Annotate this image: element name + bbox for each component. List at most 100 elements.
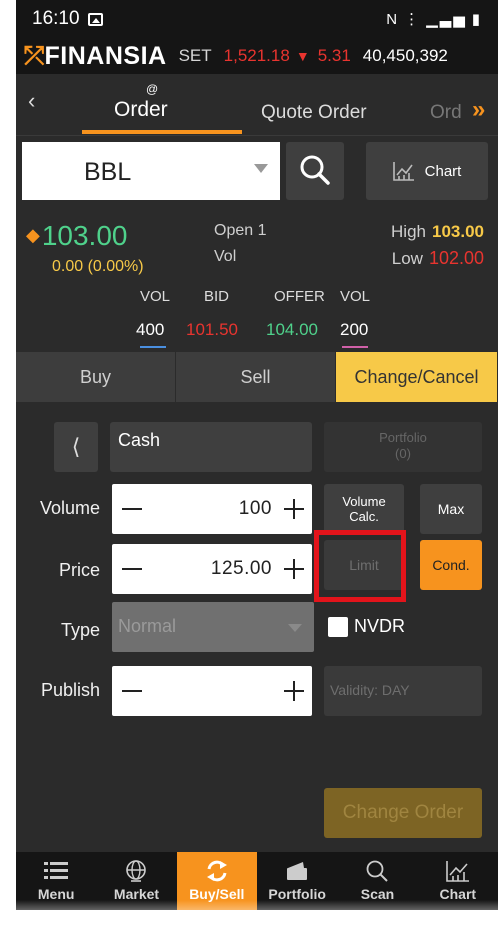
brand-f-mark: ⤱: [24, 41, 45, 70]
account-back-button[interactable]: ⟨: [54, 422, 98, 472]
max-label: Max: [437, 500, 465, 517]
plus-icon[interactable]: [284, 554, 304, 579]
bid-header: BID: [204, 288, 230, 305]
bottom-fade: [0, 900, 498, 930]
change-order-label: Change Order: [342, 802, 464, 823]
volume-stepper[interactable]: 100: [112, 484, 312, 534]
status-bar: 16:10 N ⋮ ▁▃▅ ▮: [16, 0, 498, 38]
order-badge-icon: @: [146, 82, 159, 96]
type-label: Type: [60, 620, 100, 640]
gallery-notification-icon: [87, 12, 103, 26]
highlight-frame: [314, 530, 406, 602]
account-select[interactable]: Cash: [110, 422, 312, 472]
swap-icon: [206, 860, 227, 882]
chart-button[interactable]: Chart: [366, 142, 488, 200]
portfolio-button[interactable]: Portfolio (0): [324, 422, 482, 472]
order-type-select[interactable]: Normal: [112, 602, 314, 652]
tab-change-cancel[interactable]: Change/Cancel: [336, 352, 498, 402]
condition-button[interactable]: Cond.: [420, 540, 482, 590]
signal-wifi-battery-icon: N ⋮ ▁▃▅ ▮: [386, 11, 482, 28]
price-label: Price: [58, 560, 100, 580]
search-icon: [300, 155, 330, 185]
volume-calc-button[interactable]: Volume Calc.: [324, 484, 404, 534]
index-ticker: ⤱ FINANSIA SET 1,521.18 ▼ 5.31 40,450,39…: [16, 38, 498, 74]
back-icon[interactable]: ‹: [28, 88, 35, 114]
order-form: ⟨ Cash Portfolio (0) Volume 100 Volume C…: [16, 402, 498, 850]
search-icon: [367, 860, 389, 882]
chart-button-label: Chart: [424, 162, 462, 180]
validity-select[interactable]: Validity: DAY: [324, 666, 482, 716]
active-tab-indicator: [82, 130, 242, 134]
nvdr-checkbox[interactable]: NVDR: [328, 616, 405, 637]
low-value: 102.00: [428, 248, 484, 268]
app-screen: 16:10 N ⋮ ▁▃▅ ▮ ⤱ FINANSIA SET 1,521.18 …: [16, 0, 498, 910]
tab-buy[interactable]: Buy: [16, 352, 176, 402]
plus-icon[interactable]: [284, 676, 304, 701]
globe-icon: [126, 860, 147, 882]
index-change: 5.31: [317, 46, 351, 65]
plus-icon[interactable]: [284, 494, 304, 519]
chevron-down-icon: [288, 624, 302, 632]
account-value: Cash: [118, 430, 161, 450]
validity-placeholder: Validity: DAY: [330, 682, 410, 698]
search-button[interactable]: [286, 142, 344, 200]
tab-order-list[interactable]: Ord: [430, 102, 462, 124]
quote-panel: ◆103.00 0.00 (0.00%) Open 1 Vol High 103.…: [16, 216, 498, 348]
chevron-left-icon: ⟨: [71, 434, 81, 459]
unchanged-diamond-icon: ◆: [26, 225, 40, 245]
down-arrow-icon: ▼: [295, 48, 310, 64]
tab-order-label: Order: [114, 98, 168, 121]
side-tabs: Buy Sell Change/Cancel: [16, 352, 498, 402]
bid-price[interactable]: 101.50: [186, 320, 238, 340]
order-tabs: ‹ @ Order Quote Order Ord »: [16, 74, 498, 136]
portfolio-label: Portfolio: [379, 430, 427, 445]
bid-vol-header: VOL: [140, 288, 171, 305]
offer-underline: [342, 346, 368, 348]
index-value: 1,521.18: [223, 46, 290, 65]
wallet-icon: [287, 862, 308, 880]
offer-header: OFFER: [274, 288, 325, 305]
volume-value[interactable]: 100: [239, 498, 272, 520]
low-price: Low 102.00: [392, 248, 484, 269]
high-label: High: [391, 222, 426, 241]
high-price: High 103.00: [391, 222, 484, 242]
chart-icon: [445, 861, 469, 882]
publish-stepper[interactable]: [112, 666, 312, 716]
symbol-value: BBL: [84, 158, 132, 186]
bid-volume: 400: [136, 320, 165, 339]
offer-vol-header: VOL: [340, 288, 371, 305]
change-order-button[interactable]: Change Order: [324, 788, 482, 838]
low-label: Low: [391, 249, 423, 268]
vol-label: Vol: [214, 248, 237, 265]
order-type-value: Normal: [118, 616, 177, 636]
volume-label: Volume: [39, 498, 100, 518]
symbol-row: BBL Chart: [22, 142, 488, 200]
offer-price[interactable]: 104.00: [266, 320, 318, 340]
menu-icon: [44, 862, 69, 879]
status-time: 16:10: [32, 8, 80, 29]
nvdr-label: NVDR: [354, 616, 406, 636]
chevron-down-icon: [254, 164, 268, 173]
brand-logo: ⤱ FINANSIA: [24, 42, 167, 71]
publish-label: Publish: [40, 680, 100, 700]
brand-name: FINANSIA: [44, 41, 167, 70]
tab-sell[interactable]: Sell: [176, 352, 336, 402]
last-price: ◆103.00: [26, 220, 127, 252]
symbol-select[interactable]: BBL: [22, 142, 280, 200]
bid-underline: [140, 346, 166, 348]
open-label: Open 1: [214, 222, 267, 239]
tab-order[interactable]: @ Order: [114, 82, 168, 122]
next-tabs-icon[interactable]: »: [472, 96, 485, 124]
index-volume: 40,450,392: [362, 46, 448, 65]
chart-icon: [392, 162, 414, 181]
max-button[interactable]: Max: [420, 484, 482, 534]
last-price-value: 103.00: [41, 220, 128, 251]
price-change: 0.00 (0.00%): [52, 258, 144, 275]
checkbox-icon[interactable]: [328, 616, 348, 637]
tab-quote-order[interactable]: Quote Order: [261, 102, 367, 124]
price-stepper[interactable]: 125.00: [112, 544, 312, 594]
price-value[interactable]: 125.00: [211, 558, 272, 580]
index-name: SET: [178, 46, 212, 65]
portfolio-count: (0): [395, 446, 411, 461]
offer-volume: 200: [340, 320, 369, 339]
